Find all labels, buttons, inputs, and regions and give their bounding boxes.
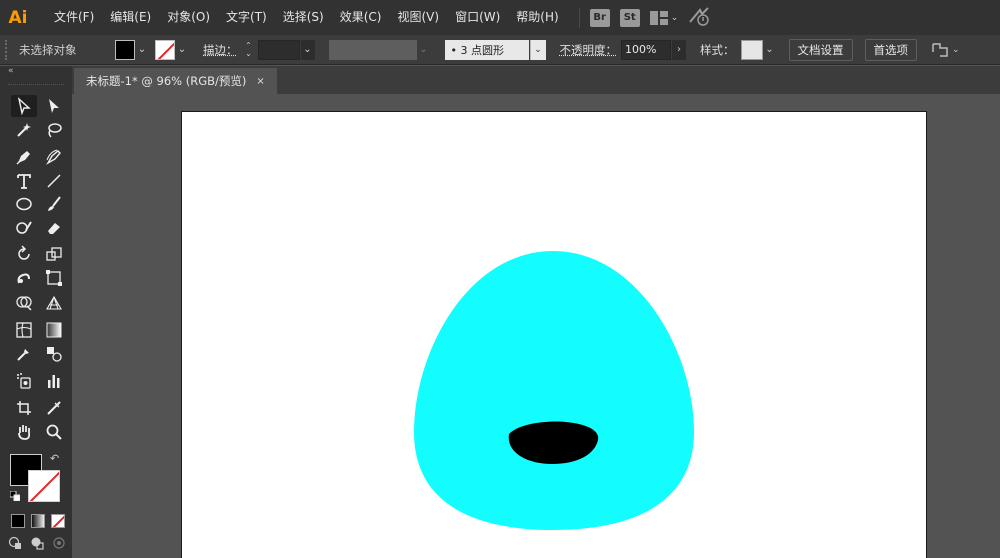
none-mode-button[interactable]	[51, 514, 65, 528]
artboard[interactable]	[181, 111, 927, 558]
chevron-down-icon[interactable]: ⌄	[300, 39, 315, 60]
artboard-tool-icon[interactable]	[11, 397, 37, 419]
menu-right-icons: Br St ⌄	[578, 6, 713, 29]
shape-builder-tool-icon[interactable]	[11, 292, 37, 314]
arrange-panel-icon[interactable]: ⌄	[931, 42, 960, 58]
column-graph-tool-icon[interactable]	[41, 370, 67, 392]
menu-object[interactable]: 对象(O)	[159, 0, 218, 35]
hand-tool-icon[interactable]	[11, 421, 37, 443]
menu-items: 文件(F) 编辑(E) 对象(O) 文字(T) 选择(S) 效果(C) 视图(V…	[46, 0, 567, 35]
menu-bar: Ai 文件(F) 编辑(E) 对象(O) 文字(T) 选择(S) 效果(C) 视…	[0, 0, 1000, 35]
scale-tool-icon[interactable]	[41, 243, 67, 265]
default-fill-stroke-icon[interactable]	[9, 490, 21, 502]
divider	[8, 84, 64, 86]
document-tab-bar: 未标题-1* @ 96% (RGB/预览) ×	[72, 66, 1000, 94]
selection-status: 未选择对象	[19, 42, 77, 57]
lasso-tool-icon[interactable]	[41, 119, 67, 141]
paintbrush-tool-icon[interactable]	[41, 193, 67, 215]
type-tool-icon[interactable]	[11, 170, 37, 192]
swap-fill-stroke-icon[interactable]: ↶	[50, 452, 59, 465]
menu-window[interactable]: 窗口(W)	[447, 0, 508, 35]
chevron-down-icon[interactable]: ⌄	[135, 40, 149, 60]
blend-tool-icon[interactable]	[41, 343, 67, 365]
cyan-egg-shape[interactable]	[414, 251, 694, 530]
graphic-style-swatch[interactable]	[740, 39, 763, 60]
chevron-right-icon[interactable]: ›	[672, 39, 686, 60]
style-label: 样式：	[700, 42, 735, 57]
color-mode-button[interactable]	[11, 514, 25, 528]
stroke-weight-field[interactable]	[257, 39, 300, 60]
perspective-grid-tool-icon[interactable]	[41, 292, 67, 314]
divider	[578, 7, 580, 28]
control-bar: 未选择对象 ⌄ ⌄ 描边： ⌃ ⌄ ⌄ ⌄ • 3 点圆形 ⌄ 不透明度： 100…	[0, 35, 1000, 65]
chevron-down-icon[interactable]: ⌄	[417, 40, 431, 60]
draw-normal-icon[interactable]	[8, 536, 22, 553]
shaper-tool-icon[interactable]	[11, 217, 37, 239]
gradient-tool-icon[interactable]	[41, 319, 67, 341]
menu-file[interactable]: 文件(F)	[46, 0, 102, 35]
pen-tool-icon[interactable]	[11, 146, 37, 168]
tools-panel: « ↶	[0, 66, 72, 558]
draw-behind-icon[interactable]	[30, 536, 44, 553]
menu-effect[interactable]: 效果(C)	[332, 0, 390, 35]
stroke-swatch[interactable]	[28, 470, 60, 502]
bridge-button[interactable]: Br	[589, 8, 610, 27]
opacity-input[interactable]: 100%	[621, 39, 671, 60]
opacity-label[interactable]: 不透明度：	[560, 42, 618, 58]
preferences-button[interactable]: 首选项	[864, 38, 917, 61]
symbol-sprayer-tool-icon[interactable]	[11, 370, 37, 392]
direct-selection-tool-icon[interactable]	[41, 95, 67, 117]
variable-width-profile[interactable]	[328, 39, 417, 60]
app-logo: Ai	[8, 7, 28, 28]
line-segment-tool-icon[interactable]	[41, 170, 67, 192]
menu-help[interactable]: 帮助(H)	[508, 0, 566, 35]
rotate-tool-icon[interactable]	[11, 243, 37, 265]
artwork	[414, 251, 694, 530]
chevron-down-icon[interactable]: ⌄	[763, 40, 777, 60]
gradient-mode-button[interactable]	[31, 514, 45, 528]
canvas-area[interactable]	[72, 94, 1000, 558]
warp-tool-icon[interactable]	[11, 267, 37, 289]
selection-tool-icon[interactable]	[11, 95, 37, 117]
zoom-tool-icon[interactable]	[41, 421, 67, 443]
chevron-down-icon: ⌄	[670, 12, 679, 23]
eraser-tool-icon[interactable]	[41, 217, 67, 239]
magic-wand-tool-icon[interactable]	[11, 119, 37, 141]
gpu-performance-icon[interactable]	[688, 6, 712, 29]
document-tab-title: 未标题-1* @ 96% (RGB/预览)	[86, 74, 247, 88]
brush-definition[interactable]: • 3 点圆形	[444, 39, 529, 60]
stroke-label[interactable]: 描边：	[203, 42, 238, 58]
menu-select[interactable]: 选择(S)	[275, 0, 332, 35]
tools-panel-grip[interactable]: «	[0, 66, 72, 78]
curvature-tool-icon[interactable]	[41, 146, 67, 168]
draw-inside-icon[interactable]	[52, 536, 66, 553]
menu-edit[interactable]: 编辑(E)	[102, 0, 159, 35]
chevron-down-icon[interactable]: ⌄	[175, 40, 189, 60]
chevron-down-icon[interactable]: ⌄	[529, 39, 546, 60]
stroke-color-swatch[interactable]	[155, 39, 175, 60]
menu-type[interactable]: 文字(T)	[218, 0, 275, 35]
chevron-down-icon: ⌄	[952, 44, 960, 55]
menu-view[interactable]: 视图(V)	[389, 0, 447, 35]
document-setup-button[interactable]: 文档设置	[788, 38, 853, 61]
ellipse-tool-icon[interactable]	[11, 193, 37, 215]
stroke-weight-stepper[interactable]: ⌃ ⌄	[242, 40, 256, 60]
close-icon[interactable]: ×	[256, 76, 264, 87]
stock-button[interactable]: St	[619, 8, 640, 27]
slice-tool-icon[interactable]	[41, 397, 67, 419]
document-tab[interactable]: 未标题-1* @ 96% (RGB/预览) ×	[74, 68, 277, 94]
eyedropper-tool-icon[interactable]	[11, 343, 37, 365]
fill-color-swatch[interactable]	[115, 39, 135, 60]
arrange-documents-icon[interactable]: ⌄	[649, 10, 679, 25]
mesh-tool-icon[interactable]	[11, 319, 37, 341]
collapse-icon[interactable]: «	[8, 66, 14, 76]
free-transform-tool-icon[interactable]	[41, 267, 67, 289]
